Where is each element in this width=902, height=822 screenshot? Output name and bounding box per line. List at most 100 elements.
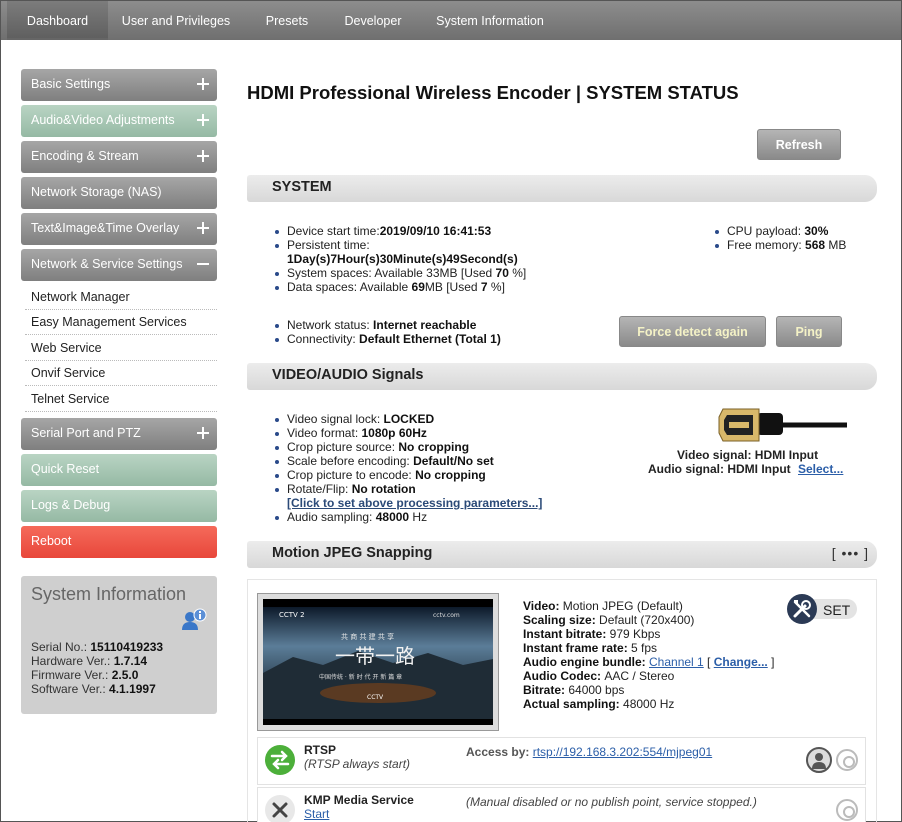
thumb-logo-2: CCTV [367, 694, 384, 701]
user-info-icon[interactable] [181, 608, 207, 632]
start-service-link[interactable]: Start [304, 807, 329, 821]
user-icon[interactable] [806, 747, 832, 773]
thumb-text-3: 中国传统 · 新 时 代 开 新 篇 章 [319, 673, 402, 681]
ping-button[interactable]: Ping [776, 316, 842, 347]
tab-system-information[interactable]: System Information [429, 1, 551, 40]
sidebar-item-label: Logs & Debug [31, 498, 111, 512]
sidebar-item-label: Serial Port and PTZ [31, 426, 141, 440]
set-processing-params-link[interactable]: [Click to set above processing parameter… [287, 496, 542, 510]
mjpeg-instant-frame-rate: Instant frame rate: 5 fps [523, 641, 658, 655]
plus-icon [197, 78, 209, 90]
tools-icon [787, 594, 817, 624]
video-format: Video format: 1080p 60Hz [273, 426, 633, 440]
sidebar-item-audio-video[interactable]: Audio&Video Adjustments [21, 105, 217, 137]
video-signal-lock: Video signal lock: LOCKED [273, 412, 633, 426]
plus-icon [197, 427, 209, 439]
sidebar-subitem-telnet-service[interactable]: Telnet Service [31, 392, 217, 406]
network-status: Network status: Internet reachable [273, 318, 613, 332]
mjpeg-video: Video: Motion JPEG (Default) [523, 599, 683, 613]
snapshot-image: CCTV 2 cctv.com 共 商 共 建 共 享 一带一路 中国传统 · … [263, 599, 493, 725]
service-note: (Manual disabled or no publish point, se… [466, 795, 757, 809]
sidebar-item-nas[interactable]: Network Storage (NAS) [21, 177, 217, 209]
snapshot-thumbnail[interactable]: CCTV 2 cctv.com 共 商 共 建 共 享 一带一路 中国传统 · … [257, 593, 499, 731]
refresh-button[interactable]: Refresh [757, 129, 841, 160]
hardware-version: Hardware Ver.: 1.7.14 [31, 654, 148, 668]
sidebar-item-label: Text&Image&Time Overlay [31, 221, 180, 235]
force-detect-button[interactable]: Force detect again [619, 316, 766, 347]
settings-gear-icon[interactable] [836, 799, 858, 821]
sidebar-item-logs-debug[interactable]: Logs & Debug [21, 490, 217, 522]
sidebar-item-serial-ptz[interactable]: Serial Port and PTZ [21, 418, 217, 450]
audio-channel-link[interactable]: Channel 1 [649, 655, 704, 669]
device-start-time: Device start time:2019/09/10 16:41:53 [273, 224, 613, 238]
service-name: KMP Media Service [304, 793, 414, 807]
mjpeg-instant-bitrate: Instant bitrate: 979 Kbps [523, 627, 661, 641]
system-section-header: SYSTEM [247, 175, 877, 202]
service-name: RTSP [304, 743, 337, 757]
section-title: SYSTEM [272, 179, 332, 195]
rtsp-url-link[interactable]: rtsp://192.168.3.202:554/mjpeg01 [533, 745, 712, 759]
cpu-payload: CPU payload: 30% [713, 224, 873, 238]
page-title: HDMI Professional Wireless Encoder | SYS… [247, 82, 739, 103]
tab-dashboard[interactable]: Dashboard [7, 1, 108, 40]
sidebar-item-label: Quick Reset [31, 462, 100, 476]
tab-presets[interactable]: Presets [257, 1, 317, 40]
sidebar-item-label: Encoding & Stream [31, 149, 139, 163]
sidebar-subitem-web-service[interactable]: Web Service [31, 341, 217, 355]
set-button[interactable]: SET [787, 594, 857, 624]
more-options-button[interactable]: [ ••• ] [832, 545, 869, 561]
divider [25, 385, 217, 386]
video-signal-list: Video signal lock: LOCKED Video format: … [273, 412, 633, 524]
sidebar-item-reboot[interactable]: Reboot [21, 526, 217, 558]
thumb-site: cctv.com [433, 612, 460, 619]
mjpeg-audio-codec: Audio Codec: AAC / Stereo [523, 669, 675, 683]
sidebar-subitem-onvif-service[interactable]: Onvif Service [31, 366, 217, 380]
sidebar-item-quick-reset[interactable]: Quick Reset [21, 454, 217, 486]
plus-icon [197, 114, 209, 126]
video-audio-section-header: VIDEO/AUDIO Signals [247, 363, 877, 390]
hdmi-cable-icon [718, 408, 847, 442]
audio-signal-select-link[interactable]: Select... [798, 462, 843, 476]
sidebar-item-label: Network Storage (NAS) [31, 185, 162, 199]
audio-signal-source: Audio signal: HDMI Input Select... [648, 462, 844, 476]
sidebar-item-encoding-stream[interactable]: Encoding & Stream [21, 141, 217, 173]
mjpeg-scaling-size: Scaling size: Default (720x400) [523, 613, 695, 627]
mjpeg-audio-bitrate: Bitrate: 64000 bps [523, 683, 625, 697]
section-title: VIDEO/AUDIO Signals [272, 367, 424, 383]
tab-developer[interactable]: Developer [335, 1, 411, 40]
settings-gear-icon[interactable] [836, 749, 858, 771]
sidebar-subitem-easy-management[interactable]: Easy Management Services [31, 315, 217, 329]
scale-before-encoding: Scale before encoding: Default/No set [273, 454, 633, 468]
sidebar-item-label: Audio&Video Adjustments [31, 113, 175, 127]
sidebar-item-network-service[interactable]: Network & Service Settings [21, 249, 217, 281]
system-status-list: Device start time:2019/09/10 16:41:53 Pe… [273, 224, 613, 294]
video-signal-source: Video signal: HDMI Input [677, 448, 819, 462]
divider [25, 309, 217, 310]
service-stopped-icon [265, 795, 295, 822]
access-by: Access by: rtsp://192.168.3.202:554/mjpe… [466, 745, 713, 759]
thumb-text-1: 共 商 共 建 共 享 [341, 632, 394, 641]
change-audio-bundle-link[interactable]: Change... [714, 655, 768, 669]
sidebar-item-basic-settings[interactable]: Basic Settings [21, 69, 217, 101]
serial-number: Serial No.: 15110419233 [31, 640, 164, 654]
audio-sampling: Audio sampling: 48000 Hz [273, 510, 633, 524]
top-nav: Dashboard User and Privileges Presets De… [1, 1, 901, 40]
divider [25, 360, 217, 361]
rotate-flip: Rotate/Flip: No rotation [Click to set ab… [273, 482, 633, 510]
service-row-rtsp: RTSP (RTSP always start) Access by: rtsp… [257, 737, 866, 785]
sidebar-subitem-network-manager[interactable]: Network Manager [31, 290, 217, 304]
data-spaces: Data spaces: Available 69MB [Used 7 %] [273, 280, 613, 294]
free-memory: Free memory: 568 MB [713, 238, 873, 252]
service-subtitle: (RTSP always start) [304, 757, 411, 771]
rtsp-running-icon [265, 745, 295, 775]
system-info-title: System Information [31, 584, 187, 604]
mjpeg-audio-engine-bundle: Audio engine bundle: Channel 1 [ Change.… [523, 655, 775, 669]
tab-user-and-privileges[interactable]: User and Privileges [111, 1, 241, 40]
mjpeg-actual-sampling: Actual sampling: 48000 Hz [523, 697, 675, 711]
sidebar-item-overlay[interactable]: Text&Image&Time Overlay [21, 213, 217, 245]
persistent-time: Persistent time: 1Day(s)7Hour(s)30Minute(… [273, 238, 613, 266]
mjpeg-section-header: Motion JPEG Snapping [ ••• ] [247, 541, 877, 568]
firmware-version: Firmware Ver.: 2.5.0 [31, 668, 139, 682]
resource-list: CPU payload: 30% Free memory: 568 MB [713, 224, 873, 252]
minus-icon [197, 263, 209, 265]
